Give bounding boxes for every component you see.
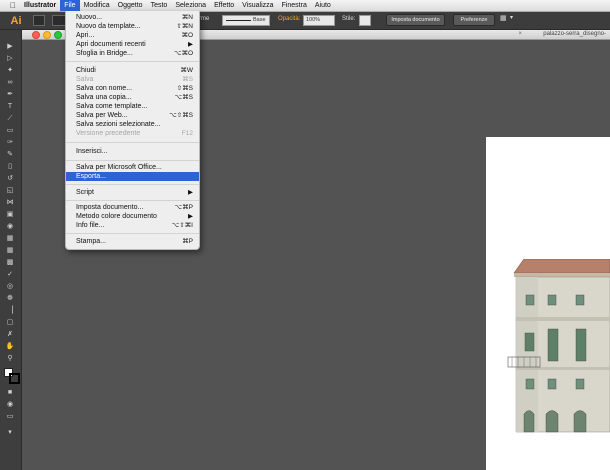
column-graph-tool-icon[interactable]: ▕ <box>3 306 17 316</box>
zoom-tool-icon[interactable]: ⚲ <box>3 354 17 364</box>
eraser-tool-icon[interactable]: ▯ <box>3 162 17 172</box>
submenu-arrow-icon: ▶ <box>188 189 193 196</box>
menu-item-salva-template[interactable]: Salva come template... <box>66 102 199 111</box>
menu-item-nuovo[interactable]: Nuovo... ⌘N <box>66 13 199 22</box>
arrange-icon[interactable]: ▦ <box>500 14 507 22</box>
submenu-arrow-icon: ▶ <box>188 213 193 220</box>
magic-wand-tool-icon[interactable]: ✦ <box>3 66 17 76</box>
hand-tool-icon[interactable]: ✋ <box>3 342 17 352</box>
style-label: Stile: <box>342 16 356 22</box>
menu-item-versione-precedente: Versione precedente F12 <box>76 130 193 137</box>
scale-tool-icon[interactable]: ◱ <box>3 186 17 196</box>
opacity-field[interactable]: 100% <box>303 15 335 26</box>
stroke-swatch[interactable] <box>9 373 20 384</box>
opacity-value: 100% <box>306 17 321 23</box>
menu-item-nuovo-da-template[interactable]: Nuovo da template... ⇧⌘N <box>66 22 199 31</box>
rotate-tool-icon[interactable]: ↺ <box>3 174 17 184</box>
lasso-tool-icon[interactable]: ∞ <box>3 78 17 88</box>
menu-aiuto[interactable]: Aiuto <box>311 0 335 11</box>
close-tab-icon[interactable]: × <box>518 30 522 39</box>
menu-separator <box>66 142 199 143</box>
minimize-window-button[interactable] <box>43 31 51 39</box>
menu-modifica[interactable]: Modifica <box>80 0 114 11</box>
rectangle-tool-icon[interactable]: ▭ <box>3 126 17 136</box>
forma-label: rme <box>199 16 210 22</box>
menu-item-salva-sezioni[interactable]: Salva sezioni selezionate... <box>66 120 199 129</box>
close-window-button[interactable] <box>32 31 40 39</box>
direct-selection-tool-icon[interactable]: ▷ <box>3 54 17 64</box>
stroke-style-dropdown[interactable]: Base <box>222 15 270 26</box>
menu-illustrator[interactable]: Illustrator <box>20 0 60 11</box>
artboard[interactable] <box>486 137 610 470</box>
blend-tool-icon[interactable]: ◎ <box>3 282 17 292</box>
preferences-button[interactable]: Preferenze <box>453 14 495 26</box>
tools-panel: ▶ ▷ ✦ ∞ ✒ T ⟋ ▭ ✑ ✎ ▯ ↺ ◱ ⋈ ▣ ◉ ▦ ▦ ▩ ✓ … <box>0 30 22 470</box>
menu-item-imposta-documento[interactable]: Imposta documento... ⌥⌘P <box>66 203 199 212</box>
menu-item-salva: Salva ⌘S <box>76 76 193 83</box>
menu-item-inserisci[interactable]: Inserisci... <box>66 147 199 156</box>
width-tool-icon[interactable]: ⋈ <box>3 198 17 208</box>
menu-oggetto[interactable]: Oggetto <box>114 0 147 11</box>
menu-item-chiudi[interactable]: Chiudi ⌘W <box>66 66 199 75</box>
menu-item-apri[interactable]: Apri... ⌘O <box>66 31 199 40</box>
menu-effetto[interactable]: Effetto <box>210 0 238 11</box>
menu-finestra[interactable]: Finestra <box>278 0 311 11</box>
stroke-preview-line <box>226 20 251 21</box>
menu-separator <box>66 200 199 201</box>
menu-item-esporta[interactable]: Esporta... <box>66 172 199 181</box>
menu-item-info-file[interactable]: Info file... ⌥⇧⌘I <box>66 221 199 230</box>
menu-visualizza[interactable]: Visualizza <box>238 0 277 11</box>
menu-item-script[interactable]: Script ▶ <box>66 188 199 197</box>
illustrator-logo: Ai <box>10 15 22 27</box>
slice-tool-icon[interactable]: ✗ <box>3 330 17 340</box>
menu-separator <box>66 184 199 185</box>
perspective-grid-tool-icon[interactable]: ▦ <box>3 234 17 244</box>
menu-item-salva-copia[interactable]: Salva una copia... ⌥⌘S <box>66 93 199 102</box>
palazzo-drawing <box>507 259 610 433</box>
symbol-sprayer-tool-icon[interactable]: ❁ <box>3 294 17 304</box>
shape-builder-tool-icon[interactable]: ◉ <box>3 222 17 232</box>
style-swatch[interactable] <box>359 15 371 26</box>
free-transform-tool-icon[interactable]: ▣ <box>3 210 17 220</box>
screen-mode-icon[interactable]: ▭ <box>3 412 17 422</box>
gradient-tool-icon[interactable]: ▩ <box>3 258 17 268</box>
menu-separator <box>66 61 199 62</box>
layout-icon[interactable] <box>33 15 45 26</box>
expand-panel-icon[interactable]: ▾ <box>3 428 17 438</box>
chevron-down-icon[interactable]: ▾ <box>510 14 513 21</box>
bridge-icon[interactable] <box>52 15 66 26</box>
mesh-tool-icon[interactable]: ▦ <box>3 246 17 256</box>
menu-item-apri-recenti[interactable]: Apri documenti recenti ▶ <box>66 40 199 49</box>
menu-item-salva-con-nome[interactable]: Salva con nome... ⇧⌘S <box>66 84 199 93</box>
opacity-label[interactable]: Opacità: <box>278 16 300 22</box>
menu-separator <box>66 233 199 234</box>
menu-item-stampa[interactable]: Stampa... ⌘P <box>66 237 199 246</box>
type-tool-icon[interactable]: T <box>3 102 17 112</box>
menu-file[interactable]: File <box>60 0 80 11</box>
menu-item-sfoglia-bridge[interactable]: Sfoglia in Bridge... ⌥⌘O <box>66 49 199 58</box>
artboard-tool-icon[interactable]: ▢ <box>3 318 17 328</box>
drawing-mode-icon[interactable]: ◉ <box>3 400 17 410</box>
file-menu: Nuovo... ⌘N Nuovo da template... ⇧⌘N Apr… <box>65 11 200 250</box>
paintbrush-tool-icon[interactable]: ✑ <box>3 138 17 148</box>
document-tab-title[interactable]: palazzo-serra_disegno- <box>543 30 606 39</box>
menu-separator <box>66 160 199 161</box>
eyedropper-tool-icon[interactable]: ✓ <box>3 270 17 280</box>
document-setup-button[interactable]: Imposta documento <box>386 14 445 26</box>
menu-seleziona[interactable]: Seleziona <box>171 0 210 11</box>
menu-testo[interactable]: Testo <box>147 0 172 11</box>
menu-item-metodo-colore[interactable]: Metodo colore documento ▶ <box>66 212 199 221</box>
pen-tool-icon[interactable]: ✒ <box>3 90 17 100</box>
pencil-tool-icon[interactable]: ✎ <box>3 150 17 160</box>
menu-item-salva-office[interactable]: Salva per Microsoft Office... <box>66 163 199 172</box>
zoom-window-button[interactable] <box>54 31 62 39</box>
stroke-style-value: Base <box>253 17 266 23</box>
apple-icon[interactable]:  <box>6 1 20 10</box>
line-tool-icon[interactable]: ⟋ <box>3 114 17 124</box>
color-mode-icon[interactable]: ■ <box>3 388 17 398</box>
selection-tool-icon[interactable]: ▶ <box>3 42 17 52</box>
submenu-arrow-icon: ▶ <box>188 41 193 48</box>
menu-item-salva-web[interactable]: Salva per Web... ⌥⇧⌘S <box>66 111 199 120</box>
